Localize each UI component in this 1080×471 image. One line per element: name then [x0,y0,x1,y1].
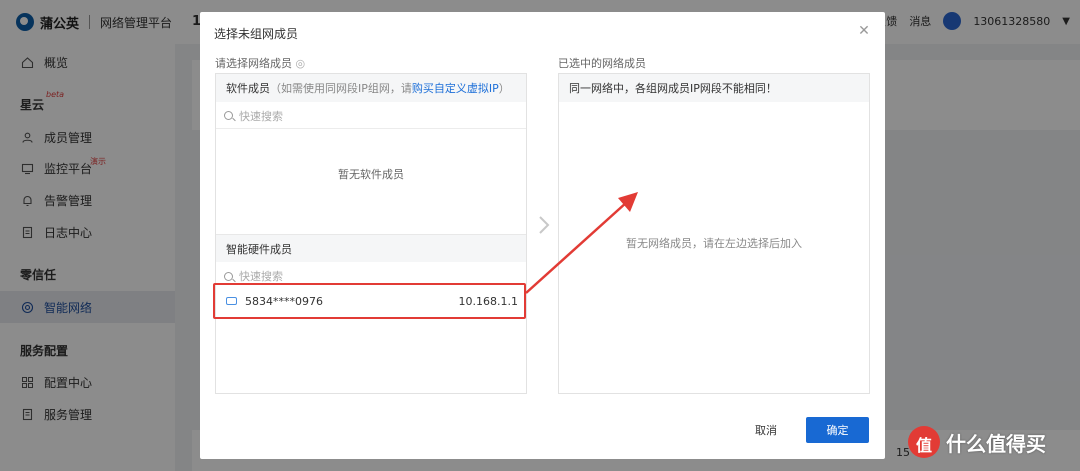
annotation-highlight-box [213,283,526,319]
software-members-title: 软件成员 [226,82,270,95]
confirm-button[interactable]: 确定 [806,417,869,443]
close-icon[interactable]: ✕ [857,24,871,38]
watermark: 什么值得买 [908,426,1046,458]
software-empty-text: 暂无软件成员 [338,168,404,181]
available-members-panel: 软件成员 （如需使用同网段IP组网，请 购买自定义虚拟IP ） 快速搜索 暂无软… [215,73,527,394]
hardware-members-title: 智能硬件成员 [226,242,292,256]
software-members-header: 软件成员 （如需使用同网段IP组网，请 购买自定义虚拟IP ） [216,74,526,102]
hardware-members-header: 智能硬件成员 [216,234,526,262]
watermark-text: 什么值得买 [946,431,1046,456]
buy-custom-ip-link[interactable]: 购买自定义虚拟IP [412,80,499,96]
left-pane-label-text: 请选择网络成员 [215,57,292,70]
software-search-input[interactable]: 快速搜索 [216,103,526,129]
search-placeholder: 快速搜索 [239,270,283,283]
right-pane-label: 已选中的网络成员 [558,57,646,70]
search-placeholder: 快速搜索 [239,109,283,123]
search-icon [224,111,233,120]
modal-title: 选择未组网成员 [214,27,299,41]
selected-members-header: 同一网络中，各组网成员IP网段不能相同！ [559,74,869,102]
selected-empty-text: 暂无网络成员，请在左边选择后加入 [626,237,802,250]
software-members-note: （如需使用同网段IP组网，请 [270,82,412,95]
smzdm-logo-icon [908,426,940,458]
chevron-right-icon[interactable] [538,215,550,235]
selected-members-panel: 同一网络中，各组网成员IP网段不能相同！ 暂无网络成员，请在左边选择后加入 [558,73,870,394]
search-icon [224,271,233,281]
cancel-button[interactable]: 取消 [740,417,792,443]
eye-icon[interactable]: ◎ [296,57,306,70]
left-pane-label: 请选择网络成员 ◎ [215,55,305,71]
select-members-modal: 选择未组网成员 ✕ 请选择网络成员 ◎ 已选中的网络成员 软件成员 （如需使用同… [200,12,885,459]
software-members-note-end: ） [498,82,510,95]
